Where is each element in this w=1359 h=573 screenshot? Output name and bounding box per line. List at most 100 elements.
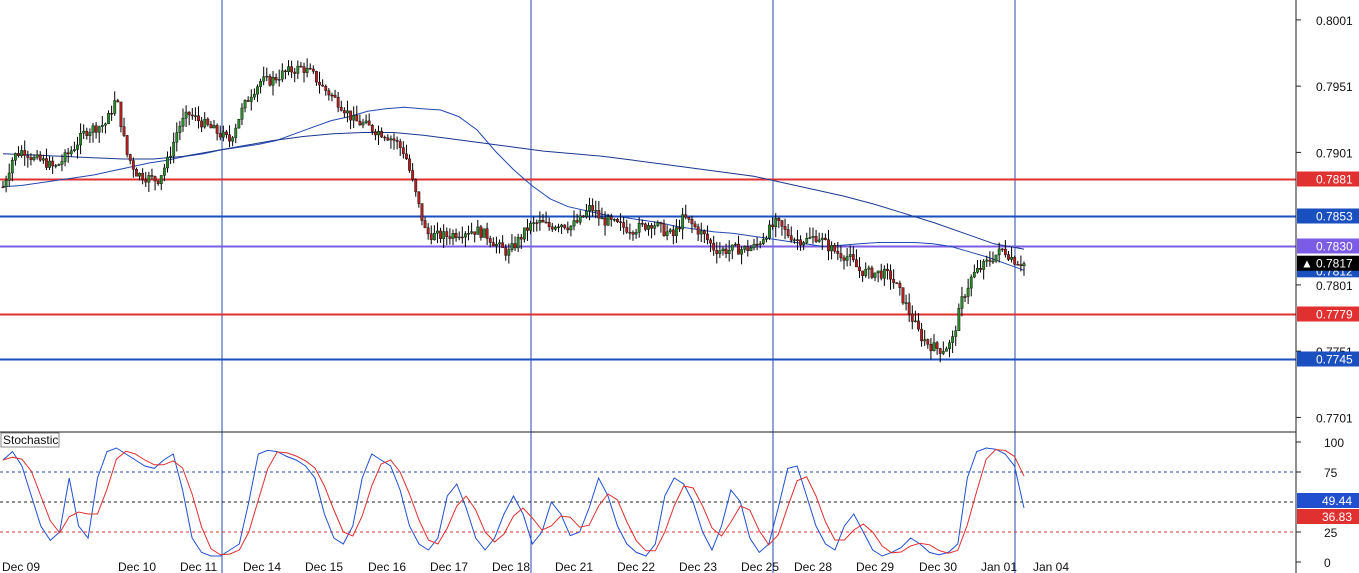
candle-body [820, 237, 824, 241]
level-tag-label: 0.7830 [1316, 240, 1353, 254]
candle-body [867, 267, 871, 270]
candle-body [156, 180, 160, 184]
candle-body [299, 65, 303, 68]
candle-body [696, 226, 700, 235]
candle-body [66, 152, 70, 155]
candle-body [361, 122, 365, 126]
time-label: Dec 15 [305, 560, 343, 573]
candle-body [606, 216, 610, 226]
candle-body [991, 260, 995, 263]
candle-body [125, 135, 129, 155]
candle-body [730, 244, 734, 251]
candle-body [442, 231, 446, 239]
candle-body [107, 113, 110, 125]
time-label: Dec 16 [368, 560, 406, 573]
candle-body [684, 214, 688, 218]
candle-body [823, 237, 827, 240]
candle-body [41, 158, 45, 161]
candle-body [85, 130, 89, 136]
candle-body [783, 226, 787, 230]
candle-body [786, 229, 790, 236]
candle-body [311, 68, 315, 72]
candle-body [339, 107, 343, 111]
candle-body [746, 246, 750, 251]
candle-body [777, 218, 781, 221]
candle-body [358, 120, 362, 126]
candle-body [963, 296, 967, 298]
candle-body [879, 270, 883, 279]
forex-chart: 0.80010.79510.79010.78010.77510.7701 100… [0, 0, 1359, 573]
candle-body [969, 276, 973, 289]
stochastic-tick-label: 25 [1324, 526, 1338, 540]
candle-body [519, 237, 523, 240]
candle-body [225, 131, 228, 135]
candle-body [82, 130, 86, 134]
candle-body [917, 320, 920, 330]
candle-body [234, 127, 238, 138]
candle-body [802, 242, 806, 246]
candle-body [671, 229, 675, 236]
candle-body [498, 242, 501, 245]
candle-body [48, 160, 51, 168]
candle-body [892, 279, 896, 283]
candle-body [659, 222, 663, 225]
candle-body [352, 115, 356, 121]
candle-body [836, 250, 840, 254]
candle-body [752, 243, 756, 249]
candle-body [482, 228, 486, 238]
candle-body [327, 90, 331, 96]
candle-body [271, 77, 275, 86]
candle-body [284, 70, 287, 73]
candle-body [665, 231, 669, 236]
candle-body [45, 158, 48, 168]
candle-body [240, 107, 244, 120]
candle-body [588, 205, 591, 212]
candle-body [1019, 264, 1023, 267]
candle-body [138, 173, 141, 177]
candle-body [426, 227, 430, 235]
candle-body [910, 313, 914, 322]
candle-body [845, 256, 849, 261]
candle-body [277, 79, 281, 81]
candle-body [14, 153, 17, 161]
candle-body [116, 100, 120, 103]
candle-body [172, 141, 176, 157]
time-label: Dec 21 [555, 560, 593, 573]
candle-body [200, 120, 204, 128]
candle-body [839, 253, 843, 259]
time-label: Dec 29 [856, 560, 894, 573]
candle-body [954, 330, 958, 337]
candle-body [318, 81, 321, 86]
candle-body [330, 94, 334, 97]
candle-body [408, 158, 411, 171]
candle-body [162, 167, 166, 176]
candle-body [920, 328, 923, 342]
candle-body [432, 233, 436, 240]
candle-body [535, 222, 539, 224]
candle-body [501, 242, 505, 248]
candle-body [10, 160, 14, 174]
candle-body [113, 100, 117, 114]
candle-body [389, 138, 393, 141]
candle-body [69, 150, 73, 155]
candle-body [308, 67, 312, 70]
candle-body [346, 110, 349, 114]
candle-body [94, 125, 98, 133]
candle-body [653, 225, 657, 229]
candle-body [166, 156, 169, 169]
candle-body [221, 131, 225, 138]
candle-body [553, 226, 557, 230]
candle-body [215, 125, 219, 134]
candle-body [637, 222, 641, 233]
candle-body [395, 140, 399, 142]
candle-body [864, 269, 868, 276]
candle-body [72, 149, 76, 152]
candle-body [411, 170, 415, 180]
candle-body [507, 249, 511, 256]
candle-body [349, 110, 352, 121]
stochastic-title-box: Stochastic [0, 432, 60, 448]
candle-body [476, 226, 480, 235]
candle-body [265, 75, 269, 78]
candle-body [17, 153, 20, 157]
candle-body [383, 136, 387, 139]
